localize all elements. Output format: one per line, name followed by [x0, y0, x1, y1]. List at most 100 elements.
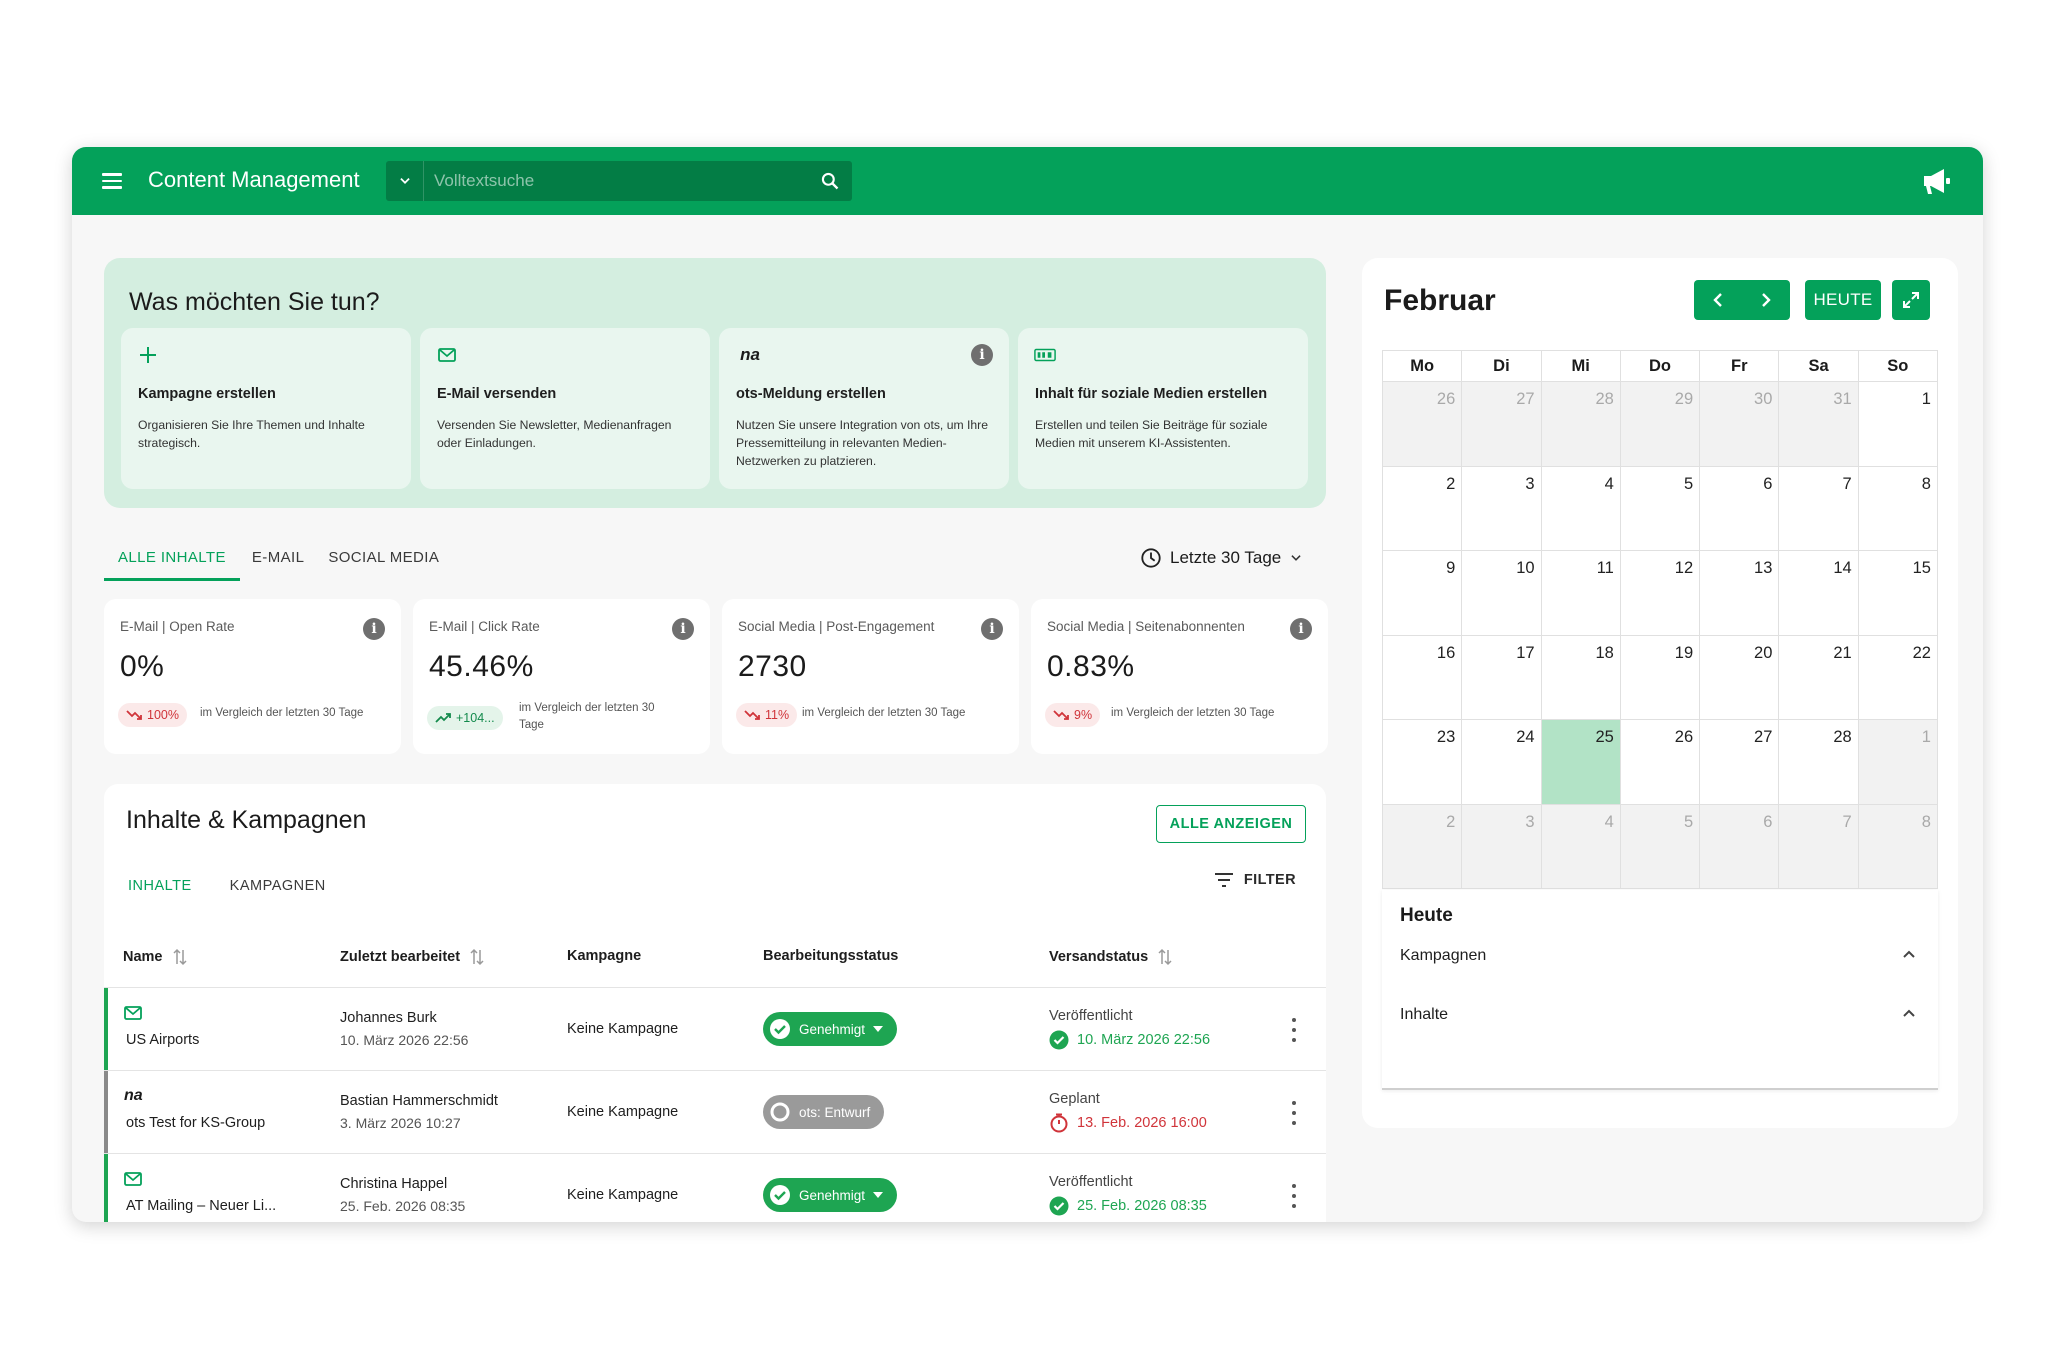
- calendar-nav-group: [1694, 280, 1790, 320]
- calendar-day[interactable]: 29: [1620, 382, 1701, 466]
- edit-status-dropdown[interactable]: Genehmigt: [763, 1012, 898, 1046]
- previous-month-button[interactable]: [1694, 280, 1742, 320]
- info-icon[interactable]: i: [971, 344, 993, 366]
- info-icon[interactable]: i: [672, 618, 694, 640]
- calendar-day[interactable]: 23: [1383, 720, 1463, 804]
- row-accent-bar: [104, 988, 108, 1070]
- calendar-day[interactable]: 24: [1462, 720, 1542, 804]
- calendar-day[interactable]: 9: [1383, 551, 1463, 635]
- accordion-contents[interactable]: Inhalte: [1382, 996, 1938, 1036]
- calendar-day[interactable]: 18: [1542, 635, 1621, 719]
- campaign-name: Keine Kampagne: [567, 1187, 679, 1203]
- row-more-options-icon[interactable]: [1287, 1018, 1301, 1042]
- calendar-day[interactable]: 3: [1462, 466, 1542, 550]
- calendar-day[interactable]: 2: [1383, 804, 1463, 888]
- calendar-day[interactable]: 27: [1462, 382, 1542, 466]
- trend-down-icon: [126, 710, 142, 720]
- create-campaign-card[interactable]: Kampagne erstellen Organisieren Sie Ihre…: [121, 328, 411, 489]
- calendar-day[interactable]: 28: [1541, 382, 1621, 466]
- send-status-date: 13. Feb. 2026 16:00: [1049, 1113, 1207, 1133]
- calendar-day[interactable]: 13: [1700, 551, 1780, 635]
- action-card-description: Nutzen Sie unsere Integration von ots, u…: [736, 418, 989, 468]
- filter-button[interactable]: FILTER: [1214, 872, 1296, 888]
- show-all-button[interactable]: ALLE ANZEIGEN: [1156, 805, 1306, 843]
- info-icon[interactable]: i: [981, 618, 1003, 640]
- next-month-button[interactable]: [1742, 280, 1790, 320]
- calendar-day[interactable]: 2: [1383, 466, 1463, 550]
- chevron-down-icon: [1291, 555, 1301, 561]
- search-input[interactable]: [424, 161, 808, 201]
- column-header-name[interactable]: Name: [123, 948, 187, 966]
- tab-all-contents[interactable]: ALLE INHALTE: [104, 539, 240, 581]
- calendar-day[interactable]: 1: [1859, 382, 1938, 466]
- calendar-day[interactable]: 26: [1621, 720, 1701, 804]
- calendar-day[interactable]: 20: [1700, 635, 1780, 719]
- create-ots-release-card[interactable]: na i ots-Meldung erstellen Nutzen Sie un…: [719, 328, 1009, 489]
- row-more-options-icon[interactable]: [1287, 1184, 1301, 1208]
- table-row[interactable]: US Airports Johannes Burk 10. März 2026 …: [104, 987, 1326, 1070]
- calendar-day[interactable]: 5: [1620, 804, 1701, 888]
- row-more-options-icon[interactable]: [1287, 1101, 1301, 1125]
- expand-calendar-button[interactable]: [1892, 280, 1930, 320]
- create-social-post-card[interactable]: Inhalt für soziale Medien erstellen Erst…: [1018, 328, 1308, 489]
- column-header-send-status[interactable]: Versandstatus: [1049, 948, 1172, 966]
- calendar-day[interactable]: 27: [1700, 720, 1780, 804]
- column-header-last-edited[interactable]: Zuletzt bearbeitet: [340, 948, 484, 966]
- megaphone-icon[interactable]: [1921, 166, 1953, 196]
- calendar-day[interactable]: 4: [1542, 466, 1621, 550]
- calendar-day[interactable]: 28: [1779, 720, 1859, 804]
- calendar-day[interactable]: 4: [1541, 804, 1621, 888]
- calendar-day-today[interactable]: 25: [1541, 720, 1621, 804]
- tab-email[interactable]: E-MAIL: [240, 539, 316, 581]
- send-email-card[interactable]: E-Mail versenden Versenden Sie Newslette…: [420, 328, 710, 489]
- weekday-label: Mi: [1542, 351, 1621, 381]
- search-bar: [386, 161, 852, 201]
- tab-contents[interactable]: INHALTE: [116, 876, 204, 904]
- calendar-day[interactable]: 22: [1859, 635, 1938, 719]
- edit-status-dropdown[interactable]: Genehmigt: [763, 1178, 898, 1212]
- content-type-tabs: ALLE INHALTE E-MAIL SOCIAL MEDIA: [104, 539, 451, 583]
- today-button[interactable]: HEUTE: [1805, 280, 1881, 320]
- calendar-day[interactable]: 8: [1858, 804, 1938, 888]
- search-button[interactable]: [808, 161, 852, 201]
- hamburger-menu-icon[interactable]: [94, 164, 130, 198]
- calendar-day[interactable]: 19: [1621, 635, 1701, 719]
- calendar-day[interactable]: 11: [1542, 551, 1621, 635]
- calendar-day[interactable]: 15: [1859, 551, 1938, 635]
- accordion-campaigns[interactable]: Kampagnen: [1382, 937, 1938, 977]
- info-icon[interactable]: i: [363, 618, 385, 640]
- check-circle-icon: [1049, 1196, 1069, 1216]
- tab-social-media[interactable]: SOCIAL MEDIA: [316, 539, 451, 581]
- quick-actions-panel: Was möchten Sie tun? Kampagne erstellen …: [104, 258, 1326, 508]
- table-row[interactable]: AT Mailing – Neuer Li... Christina Happe…: [104, 1153, 1326, 1222]
- calendar-day[interactable]: 5: [1621, 466, 1701, 550]
- calendar-day[interactable]: 26: [1383, 382, 1463, 466]
- calendar-day[interactable]: 21: [1779, 635, 1859, 719]
- calendar-day[interactable]: 8: [1859, 466, 1938, 550]
- calendar-day[interactable]: 12: [1621, 551, 1701, 635]
- content-name[interactable]: US Airports: [126, 1032, 199, 1048]
- calendar-day[interactable]: 31: [1779, 382, 1859, 466]
- calendar-panel: Februar HEUTE Mo Di Mi Do Fr Sa So 26 27 2…: [1362, 258, 1958, 1128]
- calendar-day[interactable]: 3: [1462, 804, 1542, 888]
- time-range-select[interactable]: Letzte 30 Tage: [1140, 539, 1303, 577]
- accordion-label: Kampagnen: [1400, 947, 1487, 964]
- calendar-day[interactable]: 14: [1779, 551, 1859, 635]
- calendar-day[interactable]: 17: [1462, 635, 1542, 719]
- info-icon[interactable]: i: [1290, 618, 1312, 640]
- tab-campaigns[interactable]: KAMPAGNEN: [218, 876, 338, 904]
- calendar-day[interactable]: 6: [1700, 804, 1780, 888]
- calendar-day[interactable]: 7: [1779, 466, 1859, 550]
- action-card-title: E-Mail versenden: [437, 386, 557, 402]
- calendar-day[interactable]: 1: [1858, 720, 1938, 804]
- calendar-day[interactable]: 16: [1383, 635, 1463, 719]
- table-row[interactable]: na ots Test for KS-Group Bastian Hammers…: [104, 1070, 1326, 1153]
- edit-status-badge[interactable]: ots: Entwurf: [763, 1095, 885, 1129]
- content-name[interactable]: ots Test for KS-Group: [126, 1115, 265, 1131]
- calendar-day[interactable]: 7: [1779, 804, 1859, 888]
- calendar-day[interactable]: 6: [1700, 466, 1780, 550]
- calendar-day[interactable]: 30: [1700, 382, 1780, 466]
- content-name[interactable]: AT Mailing – Neuer Li...: [126, 1198, 276, 1214]
- search-scope-dropdown[interactable]: [386, 161, 424, 201]
- calendar-day[interactable]: 10: [1462, 551, 1542, 635]
